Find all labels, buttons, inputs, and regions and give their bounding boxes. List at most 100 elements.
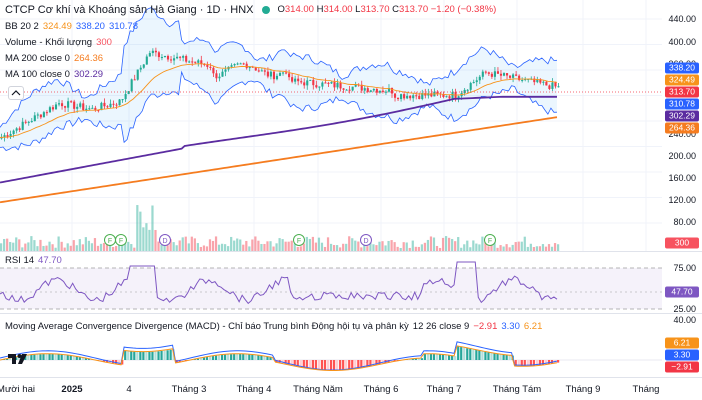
- volume-bar: [290, 240, 293, 251]
- volume-bar: [351, 238, 354, 251]
- volume-bar: [266, 241, 269, 251]
- rsi-scale[interactable]: 75.00 25.00: [663, 252, 702, 314]
- macd-histogram-bar: [220, 354, 224, 360]
- volume-bar: [3, 238, 6, 251]
- volume-bar: [463, 244, 466, 251]
- time-axis[interactable]: Mười hai 2025 4 Tháng 3 Tháng 4 Tháng Nă…: [0, 378, 702, 400]
- candle-body: [33, 115, 36, 122]
- indicator-ma100[interactable]: MA 100 close 0 302.29: [5, 68, 496, 81]
- macd-histogram-bar: [227, 354, 230, 360]
- candle-body: [554, 82, 557, 87]
- volume-bar: [475, 243, 478, 251]
- volume-bar: [139, 211, 142, 251]
- candle-body: [505, 73, 509, 76]
- macd-histogram-bar: [502, 354, 505, 360]
- candle-body: [502, 73, 506, 76]
- candle-body: [378, 90, 381, 93]
- volume-bar: [193, 238, 196, 251]
- badge-macd-hist: −2.91: [665, 361, 699, 373]
- candle-body: [315, 85, 318, 88]
- candle-body: [51, 107, 55, 110]
- candle-body: [124, 94, 127, 100]
- candle-body: [106, 106, 109, 108]
- candle-body: [369, 90, 372, 92]
- candle-body: [76, 106, 79, 109]
- candle-body: [499, 73, 503, 76]
- candle-body: [127, 91, 130, 95]
- macd-histogram-bar: [72, 355, 75, 360]
- volume-bar: [378, 241, 381, 251]
- candle-body: [115, 104, 118, 106]
- volume-bar: [27, 242, 30, 251]
- volume-bar: [444, 236, 448, 251]
- volume-bar: [24, 243, 27, 251]
- price-pane[interactable]: FFDFDF CTCP Cơ khí và Khoáng sản Hà Gian…: [0, 0, 702, 251]
- volume-bar: [357, 241, 360, 251]
- macd-histogram-bar: [493, 353, 496, 360]
- macd-histogram-bar: [308, 360, 311, 369]
- volume-bar: [230, 236, 233, 251]
- macd-histogram-bar: [130, 351, 133, 360]
- indicator-volume[interactable]: Volume - Khối lượng 300: [5, 36, 496, 49]
- macd-histogram-bar: [260, 355, 263, 360]
- macd-histogram-bar: [242, 354, 245, 360]
- indicator-ma200[interactable]: MA 200 close 0 264.36: [5, 52, 496, 65]
- candle-body: [557, 86, 560, 88]
- volume-bar: [127, 241, 130, 251]
- macd-histogram-bar: [157, 351, 160, 360]
- volume-bar: [90, 243, 94, 251]
- macd-histogram-bar: [239, 354, 242, 360]
- volume-bar: [514, 242, 517, 251]
- macd-histogram-bar: [142, 351, 145, 360]
- collapse-legend-button[interactable]: [8, 86, 24, 100]
- volume-bar: [529, 243, 532, 251]
- macd-histogram-bar: [211, 356, 215, 360]
- macd-histogram-bar: [139, 351, 142, 360]
- rsi-pane[interactable]: RSI 14 47.70 75.00 25.00 47.70: [0, 252, 702, 314]
- candle-body: [384, 91, 388, 93]
- candle-body: [48, 107, 52, 113]
- chevron-up-icon: [11, 90, 21, 96]
- volume-bar: [432, 237, 436, 251]
- volume-bar: [30, 236, 33, 251]
- candle-body: [339, 82, 342, 89]
- volume-bar: [245, 240, 248, 251]
- candle-body: [79, 103, 82, 107]
- volume-bar: [190, 236, 193, 251]
- event-marker-label: D: [162, 238, 167, 245]
- macd-histogram-bar: [166, 350, 169, 360]
- macd-histogram-bar: [69, 355, 72, 360]
- macd-histogram-bar: [66, 355, 69, 360]
- candle-body: [109, 103, 112, 108]
- macd-pane[interactable]: Moving Average Convergence Divergence (M…: [0, 314, 702, 377]
- volume-bar: [472, 240, 475, 251]
- indicator-bb[interactable]: BB 20 2 324.49 338.20 310.78: [5, 20, 496, 33]
- macd-histogram-bar: [60, 354, 63, 360]
- volume-bar: [220, 243, 224, 251]
- candle-body: [112, 103, 115, 105]
- volume-bar: [236, 238, 239, 251]
- volume-bar: [39, 239, 42, 251]
- event-marker-label: F: [108, 238, 112, 245]
- candle-body: [333, 82, 336, 88]
- candle-body: [300, 81, 303, 83]
- candle-body: [372, 89, 375, 91]
- macd-histogram-bar: [547, 360, 551, 365]
- candle-body: [393, 93, 397, 98]
- macd-histogram-bar: [441, 354, 445, 360]
- tradingview-logo-icon[interactable]: [8, 352, 30, 366]
- volume-bar: [275, 243, 278, 251]
- volume-bar: [233, 240, 236, 251]
- macd-histogram-bar: [342, 360, 345, 370]
- candle-body: [409, 95, 412, 99]
- macd-histogram-bar: [478, 350, 481, 360]
- macd-histogram-bar: [505, 355, 508, 360]
- symbol-title[interactable]: CTCP Cơ khí và Khoáng sản Hà Giang · 1D …: [5, 4, 254, 16]
- macd-histogram-bar: [33, 354, 36, 360]
- volume-bar: [251, 239, 254, 251]
- volume-bar: [208, 239, 212, 251]
- macd-histogram-bar: [248, 354, 251, 360]
- macd-histogram-bar: [490, 352, 493, 360]
- rsi-chart-canvas[interactable]: [0, 252, 702, 313]
- ohlc-values: O314.00 H314.00 L313.70 C313.70 −1.20 (−…: [277, 3, 497, 15]
